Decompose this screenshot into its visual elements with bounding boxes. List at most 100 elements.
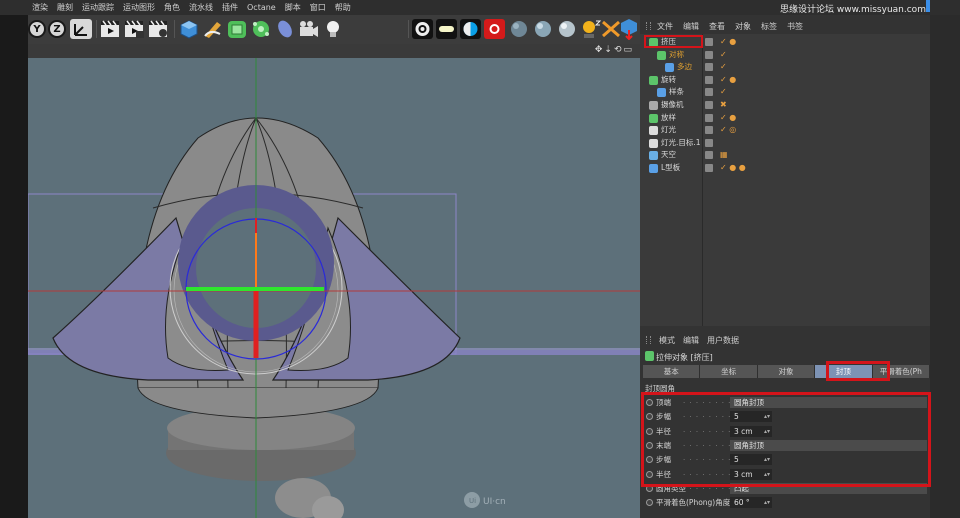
object-name: 对称	[669, 49, 684, 59]
render-picture-viewer-icon[interactable]	[124, 19, 146, 39]
sphere-light-icon[interactable]	[556, 19, 578, 39]
menu-pipeline[interactable]: 流水线	[189, 2, 213, 13]
object-name: 灯光	[661, 125, 676, 135]
object-row[interactable]: 旋转 ✓ ●	[640, 74, 930, 87]
object-row[interactable]: 多边 ✓	[640, 61, 930, 74]
scatter-icon[interactable]	[600, 19, 622, 39]
object-tags[interactable]: ✓	[720, 50, 727, 59]
object-manager-menu: 文件 编辑 查看 对象 标签 书签	[640, 19, 930, 33]
object-icon	[657, 88, 666, 98]
edit-render-settings-icon[interactable]	[148, 19, 170, 39]
object-name: 样条	[669, 87, 684, 97]
param-label: 平滑着色(Phong)角度	[656, 498, 731, 508]
cube-icon[interactable]	[178, 19, 200, 39]
menu-mograph[interactable]: 运动图形	[123, 2, 155, 13]
om-menu-file[interactable]: 文件	[657, 21, 673, 32]
axis-z-button[interactable]: Z	[48, 19, 66, 39]
array-icon[interactable]	[250, 19, 272, 39]
at-menu-edit[interactable]: 编辑	[683, 335, 699, 346]
object-row[interactable]: 摄像机 ✖	[640, 99, 930, 112]
sun-icon[interactable]	[580, 19, 602, 39]
param-number-field[interactable]: 60 °	[730, 497, 772, 509]
om-menu-tags[interactable]: 标签	[761, 21, 777, 32]
left-edge	[0, 0, 28, 518]
object-tags[interactable]: ✖	[720, 100, 727, 109]
tab-0[interactable]: 基本	[643, 365, 701, 378]
light-icon[interactable]	[322, 19, 344, 39]
menu-script[interactable]: 脚本	[285, 2, 301, 13]
object-tags[interactable]: ✓ ● ●	[720, 163, 746, 172]
selected-object-highlight	[644, 35, 703, 48]
visibility-toggle[interactable]	[705, 38, 713, 46]
om-menu-bookmarks[interactable]: 书签	[787, 21, 803, 32]
object-tags[interactable]: ✓ ◎	[720, 125, 736, 134]
at-menu-mode[interactable]: 模式	[659, 335, 675, 346]
object-tags[interactable]: ✓ ●	[720, 75, 736, 84]
object-tags[interactable]: ▦	[720, 150, 728, 159]
animate-radio[interactable]	[646, 499, 653, 507]
camera-icon[interactable]	[298, 19, 320, 39]
viewport-watermark: UI·cn	[483, 497, 506, 507]
object-row[interactable]: 灯光 ✓ ◎	[640, 124, 930, 137]
menu-motion-tracking[interactable]: 运动跟踪	[82, 2, 114, 13]
attributes-title: 拉伸对象 [挤压]	[656, 353, 713, 362]
object-tags[interactable]: ✓ ●	[720, 37, 736, 46]
render-view-icon[interactable]	[100, 19, 122, 39]
menu-plugins[interactable]: 插件	[222, 2, 238, 13]
sphere-dark-icon[interactable]	[508, 19, 530, 39]
site-watermark: 思缘设计论坛 www.missyuan.com	[780, 5, 926, 15]
menu-render[interactable]: 渲染	[32, 2, 48, 13]
visibility-toggle[interactable]	[705, 113, 713, 122]
object-row[interactable]: L型板 ✓ ● ●	[640, 162, 930, 175]
object-tags[interactable]: ✓	[720, 87, 727, 96]
menu-sculpt[interactable]: 雕刻	[57, 2, 73, 13]
blue-tab	[926, 0, 930, 12]
sphere-mid-icon[interactable]	[532, 19, 554, 39]
object-row[interactable]: 对称 ✓	[640, 49, 930, 62]
menu-octane[interactable]: Octane	[247, 3, 276, 12]
axis-y-button[interactable]: Y	[28, 19, 46, 39]
record-icon[interactable]	[484, 19, 506, 39]
visibility-toggle[interactable]	[705, 88, 713, 97]
visibility-toggle[interactable]	[705, 63, 713, 72]
grip-icon[interactable]	[646, 22, 651, 30]
tab-2[interactable]: 对象	[757, 365, 816, 378]
menu-window[interactable]: 窗口	[310, 2, 326, 13]
visibility-toggle[interactable]	[705, 164, 713, 172]
coordinate-system-icon[interactable]	[70, 19, 92, 39]
render-target-icon[interactable]	[412, 19, 434, 39]
om-menu-edit[interactable]: 编辑	[683, 21, 699, 32]
deformer-icon[interactable]	[274, 19, 296, 39]
object-row[interactable]: 灯光.目标.1	[640, 137, 930, 150]
light-strip-icon[interactable]	[436, 19, 458, 39]
om-menu-view[interactable]: 查看	[709, 21, 725, 32]
object-row[interactable]: 样条 ✓	[640, 86, 930, 99]
cube-move-icon[interactable]	[620, 19, 640, 40]
at-menu-userdata[interactable]: 用户数据	[707, 335, 739, 346]
main-toolbar: Y Z	[28, 15, 640, 44]
object-name: 多边	[677, 62, 692, 72]
visibility-toggle[interactable]	[705, 138, 713, 147]
object-row[interactable]: 放样 ✓ ●	[640, 112, 930, 125]
grip-icon[interactable]	[646, 336, 651, 344]
subdivision-icon[interactable]	[226, 19, 248, 39]
visibility-toggle[interactable]	[705, 75, 713, 84]
visibility-toggle[interactable]	[705, 126, 713, 135]
3d-viewport[interactable]: Ui UI·cn	[28, 58, 640, 518]
object-tags[interactable]: ✓ ●	[720, 113, 736, 122]
half-circle-icon[interactable]	[460, 19, 482, 39]
object-tags[interactable]: ✓	[720, 62, 727, 71]
tab-1[interactable]: 坐标	[700, 365, 758, 378]
viewport-nav-icons[interactable]: ✥⇣⟲▭	[595, 45, 634, 55]
object-row[interactable]: 天空 ▦	[640, 149, 930, 162]
pen-icon[interactable]	[202, 19, 224, 39]
visibility-toggle[interactable]	[705, 101, 713, 109]
visibility-toggle[interactable]	[705, 151, 713, 160]
visibility-toggle[interactable]	[705, 50, 713, 59]
object-name: 旋转	[661, 74, 676, 84]
object-icon	[649, 113, 658, 123]
menubar: 渲染 雕刻 运动跟踪 运动图形 角色 流水线 插件 Octane 脚本 窗口 帮…	[0, 0, 640, 15]
menu-help[interactable]: 帮助	[335, 2, 351, 13]
om-menu-object[interactable]: 对象	[735, 21, 751, 32]
menu-character[interactable]: 角色	[164, 2, 180, 13]
